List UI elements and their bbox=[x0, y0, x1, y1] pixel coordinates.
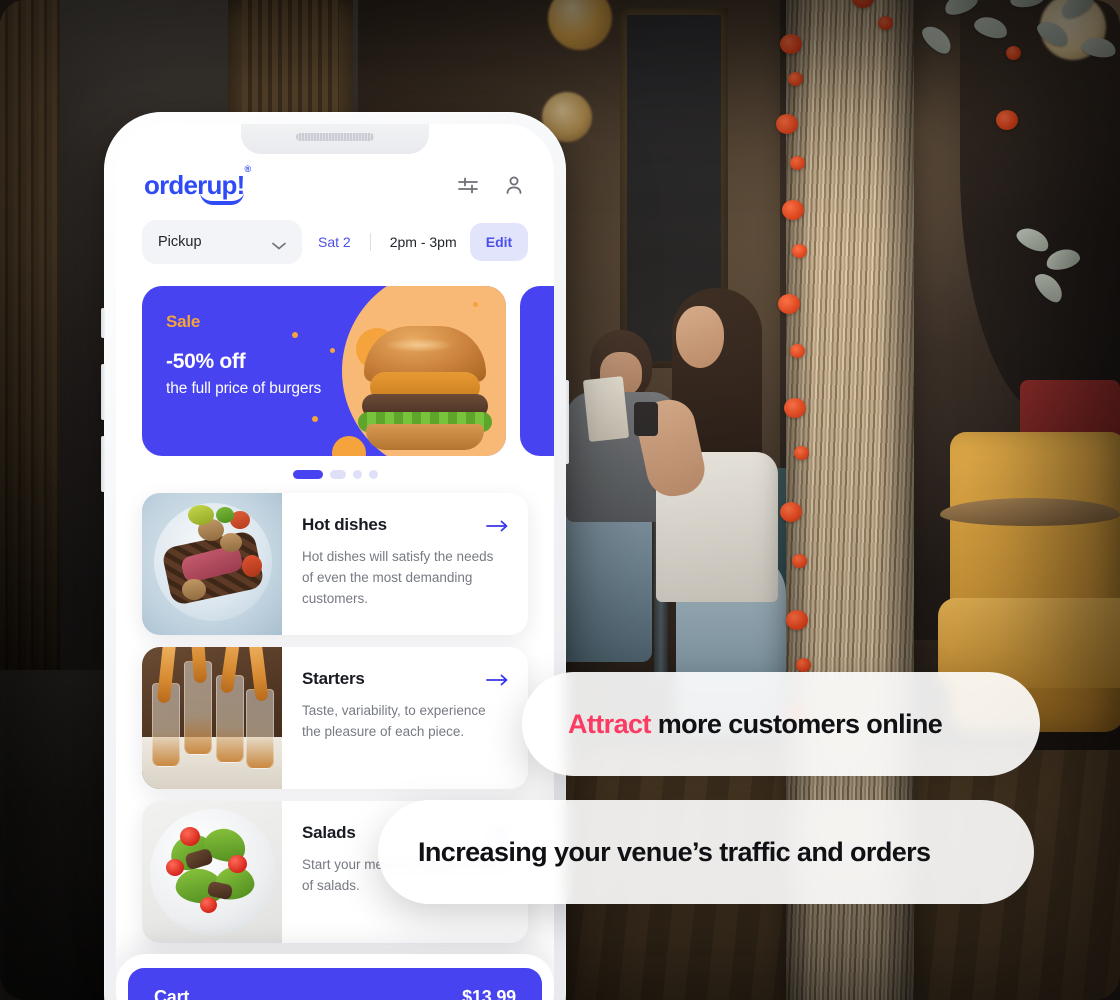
category-card[interactable]: Hot dishes Hot dishes will satisfy the n… bbox=[142, 493, 528, 635]
cart-total: $13.99 bbox=[462, 986, 516, 1000]
marketing-pill-traffic: Increasing your venue’s traffic and orde… bbox=[378, 800, 1034, 904]
phone-power-button[interactable] bbox=[565, 380, 569, 464]
order-mode-select[interactable]: Pickup bbox=[142, 220, 302, 264]
promo-carousel[interactable]: Sale -50% off the full price of burgers bbox=[116, 264, 554, 456]
phone-volume-down-button[interactable] bbox=[101, 436, 105, 492]
phone-notch bbox=[241, 124, 429, 154]
slot-day[interactable]: Sat 2 bbox=[318, 234, 351, 250]
account-icon[interactable] bbox=[502, 173, 526, 197]
arrow-right-icon[interactable] bbox=[486, 519, 508, 532]
speaker-grille-icon bbox=[296, 133, 374, 141]
marketing-pill-traffic-text: Increasing your venue’s traffic and orde… bbox=[418, 836, 931, 867]
promo-dot bbox=[312, 416, 318, 422]
carousel-dot[interactable] bbox=[368, 470, 378, 479]
category-image-hot-dishes bbox=[142, 493, 282, 635]
category-body: Hot dishes Hot dishes will satisfy the n… bbox=[282, 493, 528, 635]
header-icon-group bbox=[456, 173, 526, 197]
order-mode-value: Pickup bbox=[158, 234, 202, 250]
category-header: Starters bbox=[302, 669, 508, 689]
category-title: Starters bbox=[302, 669, 365, 688]
category-image-salads bbox=[142, 801, 282, 943]
cart-label: Cart bbox=[154, 986, 190, 1000]
carousel-dot[interactable] bbox=[329, 470, 346, 479]
slot-divider bbox=[369, 233, 371, 251]
category-image-starters bbox=[142, 647, 282, 789]
edit-slot-button[interactable]: Edit bbox=[470, 223, 528, 261]
order-mode-bar: Pickup Sat 2 2pm - 3pm Edit bbox=[116, 198, 554, 264]
arrow-right-icon[interactable] bbox=[486, 673, 508, 686]
smile-underline-icon bbox=[200, 192, 244, 205]
carousel-pagination[interactable] bbox=[116, 456, 554, 479]
category-body: Starters Taste, variability, to experien… bbox=[282, 647, 528, 789]
cart-button[interactable]: Cart $13.99 bbox=[128, 968, 542, 1000]
category-description: Taste, variability, to experience the pl… bbox=[302, 703, 486, 739]
cart-bar: Cart $13.99 bbox=[116, 954, 554, 1000]
slot-time[interactable]: 2pm - 3pm bbox=[390, 234, 457, 250]
brand-logo[interactable]: orderup!® bbox=[144, 165, 251, 205]
phone-volume-up-button[interactable] bbox=[101, 364, 105, 420]
chevron-down-icon bbox=[272, 238, 286, 250]
category-title: Salads bbox=[302, 823, 356, 842]
category-card[interactable]: Starters Taste, variability, to experien… bbox=[142, 647, 528, 789]
phone-mute-switch[interactable] bbox=[101, 308, 105, 338]
rest-text: more customers online bbox=[650, 708, 943, 739]
burger-image bbox=[350, 320, 500, 450]
highlight-word: Attract bbox=[568, 708, 651, 739]
promo-slide-next[interactable] bbox=[520, 286, 554, 456]
category-description: Hot dishes will satisfy the needs of eve… bbox=[302, 549, 494, 606]
marketing-pill-attract: Attract more customers online bbox=[522, 672, 1040, 776]
promo-slide[interactable]: Sale -50% off the full price of burgers bbox=[142, 286, 506, 456]
marketing-pill-attract-text: Attract more customers online bbox=[568, 708, 943, 740]
trademark-symbol: ® bbox=[244, 164, 251, 175]
category-title: Hot dishes bbox=[302, 515, 387, 534]
category-header: Hot dishes bbox=[302, 515, 508, 535]
sliders-icon[interactable] bbox=[456, 173, 480, 197]
carousel-dot-active[interactable] bbox=[292, 470, 323, 479]
carousel-dot[interactable] bbox=[352, 470, 362, 479]
